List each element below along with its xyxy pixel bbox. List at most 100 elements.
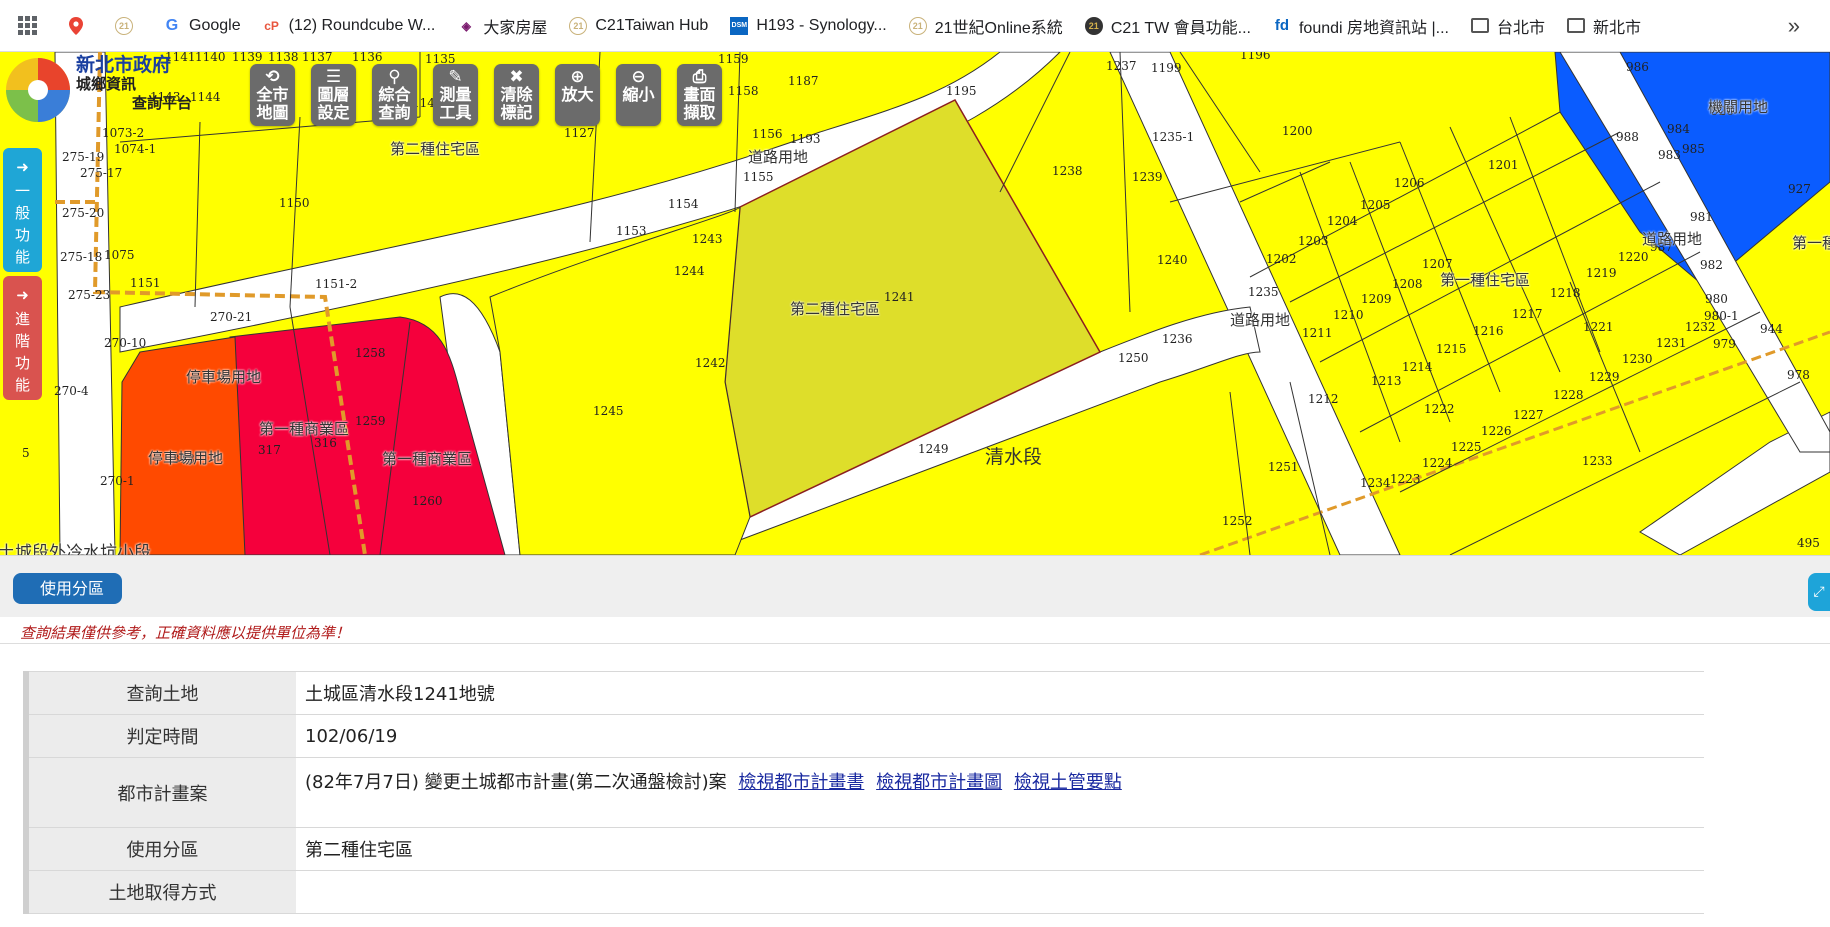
tool-combined-query-button[interactable]: ⚲ 綜合 查詢 xyxy=(372,64,417,126)
divider xyxy=(0,643,1830,644)
tool-measure-button[interactable]: ✎ 測量 工具 xyxy=(433,64,478,126)
side-label: 般 xyxy=(14,204,30,222)
apps-grid-icon[interactable] xyxy=(18,16,37,35)
zone-label: 道路用地 xyxy=(748,148,809,166)
bookmark-label: Google xyxy=(189,16,241,34)
parcel-label: 1229 xyxy=(1589,370,1620,384)
foundi-icon: fd xyxy=(1274,17,1290,34)
row-key: 土地取得方式 xyxy=(26,870,296,914)
row-value: 第二種住宅區 xyxy=(296,827,1704,871)
parcel-label: 980 xyxy=(1705,292,1728,306)
tool-layer-settings-button[interactable]: ☰ 圖層 設定 xyxy=(311,64,356,126)
zone-label: 第一種商業區 xyxy=(259,420,350,438)
bookmark-maps[interactable] xyxy=(67,16,93,35)
parcel-label: 1220 xyxy=(1618,250,1649,264)
parcel-label: 982 xyxy=(1700,258,1723,272)
parcel-label: 1251 xyxy=(1268,460,1299,474)
bookmark-c21taiwan-hub[interactable]: 21 C21Taiwan Hub xyxy=(569,16,708,35)
parcel-label: 1223 xyxy=(1390,472,1421,486)
bookmark-label: foundi 房地資訊站 |... xyxy=(1298,19,1449,37)
row-value xyxy=(296,870,1704,914)
parcel-label: 944 xyxy=(1760,322,1783,336)
layers-icon: ☰ xyxy=(325,67,342,87)
zone-label: 道路用地 xyxy=(1642,230,1703,248)
parcel-label: 1218 xyxy=(1550,286,1581,300)
parcel-label: 1228 xyxy=(1553,388,1584,402)
table-row: 查詢土地 土城區清水段1241地號 xyxy=(26,671,1704,715)
tool-zoom-out-button[interactable]: ⊖ 縮小 xyxy=(616,64,661,126)
bookmark-google[interactable]: G Google xyxy=(163,17,241,35)
tool-label: 測量 xyxy=(439,85,472,104)
bookmark-c21-online[interactable]: 21 21世紀Online系統 xyxy=(908,14,1063,38)
bookmark-folder-newtaipei[interactable]: 新北市 xyxy=(1566,14,1641,38)
general-functions-button[interactable]: ➜ 一 般 功 能 xyxy=(3,148,42,272)
parcel-label: 1208 xyxy=(1392,277,1423,291)
bookmark-label: 台北市 xyxy=(1496,19,1545,37)
tool-zoom-in-button[interactable]: ⊕ 放大 xyxy=(555,64,600,126)
zone-label: 第一種 xyxy=(1792,234,1830,252)
bookmark-dajia[interactable]: ◈ 大家房屋 xyxy=(457,14,548,38)
bookmark-synology[interactable]: DSM H193 - Synology... xyxy=(730,16,887,35)
tool-full-map-button[interactable]: ⟲ 全市 地圖 xyxy=(250,64,295,126)
bookmark-roundcube[interactable]: cP (12) Roundcube W... xyxy=(263,17,435,35)
parcel-label: 1139 xyxy=(232,52,263,64)
tool-label: 擷取 xyxy=(683,103,716,122)
bookmark-c21-member[interactable]: 21 C21 TW 會員功能... xyxy=(1084,14,1251,38)
parcel-label: 1215 xyxy=(1436,342,1467,356)
parcel-label: 1226 xyxy=(1481,424,1512,438)
parcel-label: 1214 xyxy=(1402,360,1433,374)
expand-icon[interactable]: ⤢ xyxy=(1808,573,1830,611)
parcel-label: 1258 xyxy=(355,346,386,360)
parcel-label: 317 xyxy=(258,443,281,457)
ruler-icon: ✎ xyxy=(448,67,463,87)
parcel-label: 1235-1 xyxy=(1152,130,1195,144)
parcel-label: 1210 xyxy=(1333,308,1364,322)
dajia-icon: ◈ xyxy=(461,18,471,33)
parcel-label: 984 xyxy=(1667,122,1690,136)
zoning-button[interactable]: 使用分區 xyxy=(13,573,123,604)
advanced-functions-button[interactable]: ➜ 進 階 功 能 xyxy=(3,276,42,400)
zoom-in-icon: ⊕ xyxy=(570,67,585,87)
section-label: 清水段 xyxy=(985,446,1043,468)
view-plan-map-link[interactable]: 檢視都市計畫圖 xyxy=(876,772,1002,793)
parcel-label: 1158 xyxy=(728,84,759,98)
parcel-label: 980-1 xyxy=(1704,309,1739,323)
parcel-label: 1196 xyxy=(1240,52,1271,62)
parcel-label: 1201 xyxy=(1488,158,1519,172)
bookmark-folder-taipei[interactable]: 台北市 xyxy=(1470,14,1545,38)
zone-label: 停車場用地 xyxy=(186,368,262,386)
parcel-label: 1136 xyxy=(352,52,383,64)
parcel-label: 1217 xyxy=(1512,307,1543,321)
view-land-control-link[interactable]: 檢視土管要點 xyxy=(1014,772,1122,793)
zoning-map[interactable]: 1141 1140 1139 1138 1137 1136 1135 1143 … xyxy=(0,52,1830,555)
parcel-label: 1245 xyxy=(593,404,624,418)
bookmark-foundi[interactable]: fd foundi 房地資訊站 |... xyxy=(1273,14,1449,38)
tool-label: 清除 xyxy=(500,85,533,104)
zoom-out-icon: ⊖ xyxy=(631,67,646,87)
parcel-label: 270-1 xyxy=(100,474,135,488)
bookmarks-bar: 21 G Google cP (12) Roundcube W... ◈ 大家房… xyxy=(0,0,1830,52)
side-label: 進 xyxy=(14,310,30,328)
tool-screen-capture-button[interactable]: ⎙ 畫面 擷取 xyxy=(677,64,722,126)
dsm-icon: DSM xyxy=(730,16,749,35)
bookmark-c21[interactable]: 21 xyxy=(115,16,141,35)
site-logo[interactable]: 新北市政府 城鄉資訊 查詢平台 xyxy=(4,56,192,124)
disclaimer-text: 查詢結果僅供參考，正確資料應以提供單位為準！ xyxy=(20,624,351,642)
parcel-label: 1200 xyxy=(1282,124,1313,138)
parcel-label: 1205 xyxy=(1360,198,1391,212)
arrow-right-icon: ➜ xyxy=(16,286,29,304)
zone-label: 第一種商業區 xyxy=(382,450,473,468)
view-plan-document-link[interactable]: 檢視都市計畫書 xyxy=(738,772,864,793)
tool-clear-marks-button[interactable]: ✖ 清除 標記 xyxy=(494,64,539,126)
more-bookmarks-chevron-icon[interactable]: » xyxy=(1788,13,1800,39)
bookmark-label: 21世紀Online系統 xyxy=(934,19,1063,37)
parcel-label: 495 xyxy=(1797,536,1820,550)
bookmark-label: H193 - Synology... xyxy=(756,16,887,34)
parcel-label: 1239 xyxy=(1132,170,1163,184)
side-label: 階 xyxy=(14,332,30,350)
parcel-label: 1233 xyxy=(1582,454,1613,468)
side-label: 功 xyxy=(14,354,30,372)
result-panel-header: 使用分區 ⤢ xyxy=(0,555,1830,617)
bookmark-label: 新北市 xyxy=(1592,19,1641,37)
parcel-label: 270-10 xyxy=(104,336,147,350)
